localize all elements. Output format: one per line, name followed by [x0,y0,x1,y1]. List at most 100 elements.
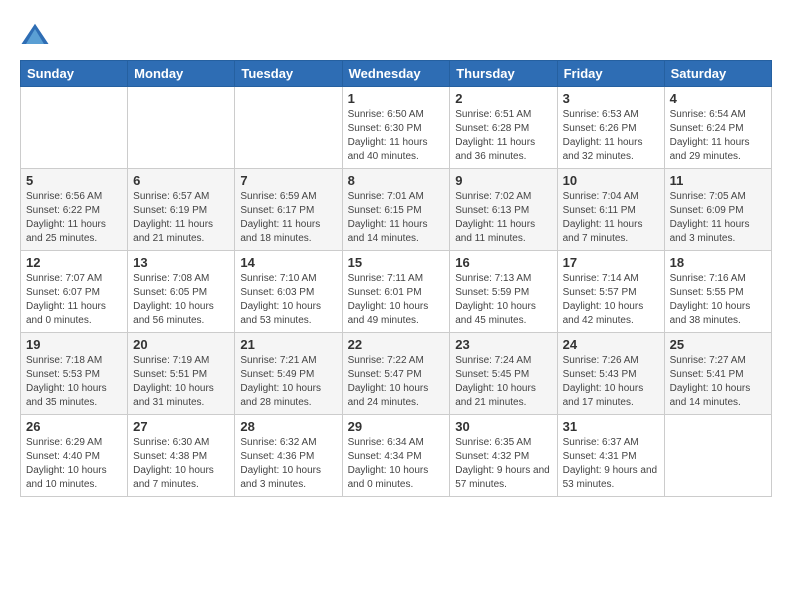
calendar: SundayMondayTuesdayWednesdayThursdayFrid… [20,60,772,497]
day-info: Sunrise: 6:59 AM Sunset: 6:17 PM Dayligh… [240,190,336,246]
calendar-cell: 30 Sunrise: 6:35 AM Sunset: 4:32 PM Dayli… [450,415,557,497]
calendar-cell: 20 Sunrise: 7:19 AM Sunset: 5:51 PM Dayli… [128,333,235,415]
calendar-cell: 4 Sunrise: 6:54 AM Sunset: 6:24 PM Daylig… [664,87,771,169]
day-info: Sunrise: 7:21 AM Sunset: 5:49 PM Dayligh… [240,354,336,410]
day-number: 3 [563,91,659,106]
day-number: 31 [563,419,659,434]
day-number: 23 [455,337,551,352]
weekday-header-friday: Friday [557,61,664,87]
weekday-header-tuesday: Tuesday [235,61,342,87]
day-info: Sunrise: 6:50 AM Sunset: 6:30 PM Dayligh… [348,108,445,164]
calendar-cell [21,87,128,169]
calendar-cell: 5 Sunrise: 6:56 AM Sunset: 6:22 PM Daylig… [21,169,128,251]
day-number: 13 [133,255,229,270]
calendar-cell: 18 Sunrise: 7:16 AM Sunset: 5:55 PM Dayli… [664,251,771,333]
day-info: Sunrise: 7:26 AM Sunset: 5:43 PM Dayligh… [563,354,659,410]
day-number: 20 [133,337,229,352]
day-info: Sunrise: 7:02 AM Sunset: 6:13 PM Dayligh… [455,190,551,246]
day-number: 2 [455,91,551,106]
calendar-cell: 11Sunrise: 7:05 AM Sunset: 6:09 PM Dayli… [664,169,771,251]
day-info: Sunrise: 6:37 AM Sunset: 4:31 PM Dayligh… [563,436,659,492]
calendar-cell: 7 Sunrise: 6:59 AM Sunset: 6:17 PM Daylig… [235,169,342,251]
day-info: Sunrise: 6:54 AM Sunset: 6:24 PM Dayligh… [670,108,766,164]
calendar-week-2: 5 Sunrise: 6:56 AM Sunset: 6:22 PM Daylig… [21,169,772,251]
day-info: Sunrise: 7:19 AM Sunset: 5:51 PM Dayligh… [133,354,229,410]
calendar-cell: 28 Sunrise: 6:32 AM Sunset: 4:36 PM Dayli… [235,415,342,497]
weekday-header-saturday: Saturday [664,61,771,87]
day-info: Sunrise: 6:34 AM Sunset: 4:34 PM Dayligh… [348,436,445,492]
calendar-cell: 17Sunrise: 7:14 AM Sunset: 5:57 PM Dayli… [557,251,664,333]
day-info: Sunrise: 7:04 AM Sunset: 6:11 PM Dayligh… [563,190,659,246]
calendar-cell: 1Sunrise: 6:50 AM Sunset: 6:30 PM Daylig… [342,87,450,169]
weekday-header-row: SundayMondayTuesdayWednesdayThursdayFrid… [21,61,772,87]
day-number: 26 [26,419,122,434]
day-number: 10 [563,173,659,188]
day-info: Sunrise: 6:32 AM Sunset: 4:36 PM Dayligh… [240,436,336,492]
calendar-week-3: 12Sunrise: 7:07 AM Sunset: 6:07 PM Dayli… [21,251,772,333]
day-number: 22 [348,337,445,352]
day-number: 27 [133,419,229,434]
day-info: Sunrise: 7:16 AM Sunset: 5:55 PM Dayligh… [670,272,766,328]
calendar-cell: 3 Sunrise: 6:53 AM Sunset: 6:26 PM Daylig… [557,87,664,169]
weekday-header-thursday: Thursday [450,61,557,87]
calendar-cell: 15 Sunrise: 7:11 AM Sunset: 6:01 PM Dayli… [342,251,450,333]
calendar-cell [235,87,342,169]
calendar-cell: 6 Sunrise: 6:57 AM Sunset: 6:19 PM Daylig… [128,169,235,251]
day-info: Sunrise: 7:27 AM Sunset: 5:41 PM Dayligh… [670,354,766,410]
day-number: 5 [26,173,122,188]
calendar-week-4: 19 Sunrise: 7:18 AM Sunset: 5:53 PM Dayli… [21,333,772,415]
day-info: Sunrise: 7:13 AM Sunset: 5:59 PM Dayligh… [455,272,551,328]
calendar-cell: 27Sunrise: 6:30 AM Sunset: 4:38 PM Dayli… [128,415,235,497]
day-info: Sunrise: 7:11 AM Sunset: 6:01 PM Dayligh… [348,272,445,328]
day-info: Sunrise: 6:51 AM Sunset: 6:28 PM Dayligh… [455,108,551,164]
day-number: 4 [670,91,766,106]
day-number: 30 [455,419,551,434]
calendar-week-5: 26Sunrise: 6:29 AM Sunset: 4:40 PM Dayli… [21,415,772,497]
day-info: Sunrise: 7:05 AM Sunset: 6:09 PM Dayligh… [670,190,766,246]
day-number: 8 [348,173,445,188]
calendar-cell: 13 Sunrise: 7:08 AM Sunset: 6:05 PM Dayli… [128,251,235,333]
day-info: Sunrise: 7:07 AM Sunset: 6:07 PM Dayligh… [26,272,122,328]
calendar-cell: 21 Sunrise: 7:21 AM Sunset: 5:49 PM Dayli… [235,333,342,415]
weekday-header-sunday: Sunday [21,61,128,87]
day-number: 25 [670,337,766,352]
weekday-header-wednesday: Wednesday [342,61,450,87]
calendar-cell: 12Sunrise: 7:07 AM Sunset: 6:07 PM Dayli… [21,251,128,333]
day-number: 7 [240,173,336,188]
calendar-cell: 22 Sunrise: 7:22 AM Sunset: 5:47 PM Dayli… [342,333,450,415]
day-info: Sunrise: 6:57 AM Sunset: 6:19 PM Dayligh… [133,190,229,246]
day-number: 17 [563,255,659,270]
calendar-cell: 26Sunrise: 6:29 AM Sunset: 4:40 PM Dayli… [21,415,128,497]
day-info: Sunrise: 7:24 AM Sunset: 5:45 PM Dayligh… [455,354,551,410]
calendar-cell: 23 Sunrise: 7:24 AM Sunset: 5:45 PM Dayli… [450,333,557,415]
day-number: 18 [670,255,766,270]
day-number: 29 [348,419,445,434]
day-info: Sunrise: 7:01 AM Sunset: 6:15 PM Dayligh… [348,190,445,246]
calendar-cell: 16 Sunrise: 7:13 AM Sunset: 5:59 PM Dayli… [450,251,557,333]
calendar-cell [128,87,235,169]
day-number: 28 [240,419,336,434]
day-number: 24 [563,337,659,352]
day-info: Sunrise: 6:53 AM Sunset: 6:26 PM Dayligh… [563,108,659,164]
calendar-week-1: 1Sunrise: 6:50 AM Sunset: 6:30 PM Daylig… [21,87,772,169]
day-info: Sunrise: 7:18 AM Sunset: 5:53 PM Dayligh… [26,354,122,410]
day-info: Sunrise: 6:35 AM Sunset: 4:32 PM Dayligh… [455,436,551,492]
day-info: Sunrise: 7:22 AM Sunset: 5:47 PM Dayligh… [348,354,445,410]
day-info: Sunrise: 6:56 AM Sunset: 6:22 PM Dayligh… [26,190,122,246]
calendar-cell: 19 Sunrise: 7:18 AM Sunset: 5:53 PM Dayli… [21,333,128,415]
day-number: 19 [26,337,122,352]
day-info: Sunrise: 7:10 AM Sunset: 6:03 PM Dayligh… [240,272,336,328]
calendar-cell: 10 Sunrise: 7:04 AM Sunset: 6:11 PM Dayli… [557,169,664,251]
calendar-cell: 9 Sunrise: 7:02 AM Sunset: 6:13 PM Daylig… [450,169,557,251]
calendar-cell: 25 Sunrise: 7:27 AM Sunset: 5:41 PM Dayli… [664,333,771,415]
day-info: Sunrise: 7:08 AM Sunset: 6:05 PM Dayligh… [133,272,229,328]
calendar-cell [664,415,771,497]
calendar-cell: 31 Sunrise: 6:37 AM Sunset: 4:31 PM Dayli… [557,415,664,497]
day-number: 9 [455,173,551,188]
day-number: 15 [348,255,445,270]
day-number: 6 [133,173,229,188]
calendar-cell: 14Sunrise: 7:10 AM Sunset: 6:03 PM Dayli… [235,251,342,333]
day-number: 16 [455,255,551,270]
day-number: 21 [240,337,336,352]
weekday-header-monday: Monday [128,61,235,87]
